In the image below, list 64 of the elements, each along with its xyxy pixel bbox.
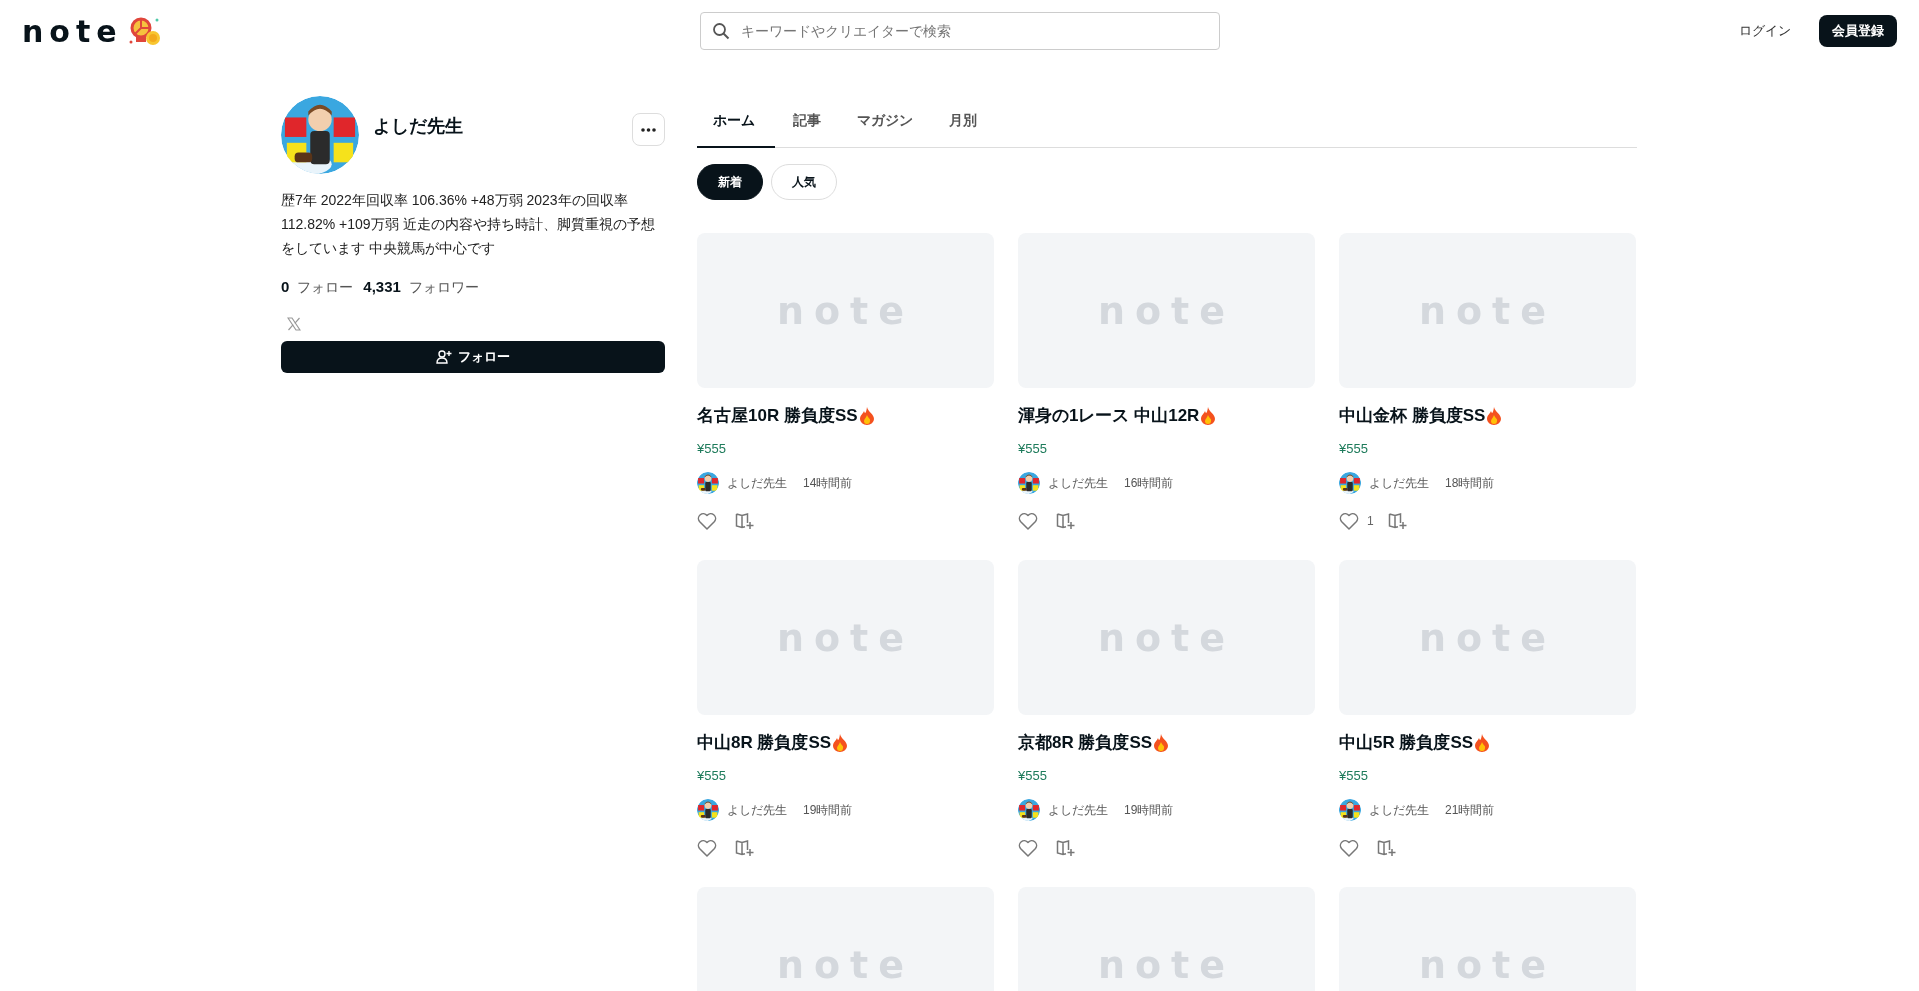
author-name[interactable]: よしだ先生 <box>727 474 787 492</box>
post-time: 14時間前 <box>803 474 853 492</box>
article-title[interactable]: 渾身の1レース 中山12R <box>1018 404 1200 427</box>
add-to-magazine-icon[interactable] <box>1387 512 1408 530</box>
logo[interactable]: note <box>22 13 123 49</box>
heart-icon[interactable] <box>697 839 717 857</box>
following-count[interactable]: 0 <box>281 278 290 295</box>
flame-icon <box>1200 406 1217 425</box>
article-price: ¥555 <box>1339 768 1369 783</box>
article-price: ¥555 <box>1339 441 1369 456</box>
heart-icon[interactable] <box>1339 839 1359 857</box>
heart-icon[interactable] <box>1339 512 1359 530</box>
author-name[interactable]: よしだ先生 <box>1048 474 1108 492</box>
author-name[interactable]: よしだ先生 <box>1369 801 1429 819</box>
article-title[interactable]: 中山5R 勝負度SS <box>1339 731 1474 754</box>
heart-icon[interactable] <box>697 512 717 530</box>
add-to-magazine-icon[interactable] <box>1056 839 1076 857</box>
like-count: 1 <box>1367 514 1374 528</box>
heart-icon[interactable] <box>1018 839 1038 857</box>
profile-name: よしだ先生 <box>373 115 464 138</box>
tab[interactable]: 記事 <box>775 96 839 148</box>
post-time: 18時間前 <box>1445 474 1495 492</box>
add-to-magazine-icon[interactable] <box>1377 839 1397 857</box>
add-to-magazine-icon[interactable] <box>735 512 755 530</box>
author-name[interactable]: よしだ先生 <box>1369 474 1429 492</box>
add-user-icon <box>436 350 452 364</box>
article-price: ¥555 <box>1018 768 1048 783</box>
article-title[interactable]: 京都8R 勝負度SS <box>1018 731 1153 754</box>
add-to-magazine-icon[interactable] <box>1056 512 1076 530</box>
article-title[interactable]: 中山金杯 勝負度SS <box>1339 404 1486 427</box>
article-title[interactable]: 名古屋10R 勝負度SS <box>697 404 858 427</box>
followers-count[interactable]: 4,331 <box>363 278 401 295</box>
author-name[interactable]: よしだ先生 <box>1048 801 1108 819</box>
flame-icon <box>832 733 849 752</box>
post-time: 19時間前 <box>1124 801 1174 819</box>
post-time: 19時間前 <box>803 801 853 819</box>
post-time: 16時間前 <box>1124 474 1174 492</box>
tab[interactable]: マガジン <box>839 96 931 148</box>
x-logo-icon[interactable] <box>287 317 301 331</box>
filter-chip[interactable]: 新着 <box>697 164 763 200</box>
more-button[interactable] <box>632 113 665 146</box>
more-icon <box>641 127 656 132</box>
flame-icon <box>1153 733 1170 752</box>
login-link[interactable]: ログイン <box>1739 22 1791 40</box>
search-field[interactable]: キーワードやクリエイターで検索 <box>699 12 1220 50</box>
profile-bio: 歴7年 2022年回収率 106.36% +48万弱 2023年の回収率 112.82% +109万弱 近走の内容や持ち時計、脚質重視の予想をしています 中央競馬が中心です <box>281 191 656 258</box>
article-title[interactable]: 中山8R 勝負度SS <box>697 731 832 754</box>
flame-icon <box>858 406 875 425</box>
add-to-magazine-icon[interactable] <box>735 839 755 857</box>
flame-icon <box>1486 406 1503 425</box>
followers-label[interactable]: フォロワー <box>408 279 479 297</box>
tab[interactable]: 月別 <box>931 96 995 148</box>
follow-button[interactable]: フォロー <box>281 341 665 373</box>
following-label[interactable]: フォロー <box>297 279 354 297</box>
article-price: ¥555 <box>1018 441 1048 456</box>
article-price: ¥555 <box>697 441 727 456</box>
tab[interactable]: ホーム <box>697 96 775 148</box>
author-name[interactable]: よしだ先生 <box>727 801 787 819</box>
post-time: 21時間前 <box>1445 801 1495 819</box>
filter-chip[interactable]: 人気 <box>771 164 837 200</box>
flame-icon <box>1474 733 1491 752</box>
article-price: ¥555 <box>697 768 727 783</box>
signup-button[interactable]: 会員登録 <box>1819 15 1897 47</box>
heart-icon[interactable] <box>1018 512 1038 530</box>
